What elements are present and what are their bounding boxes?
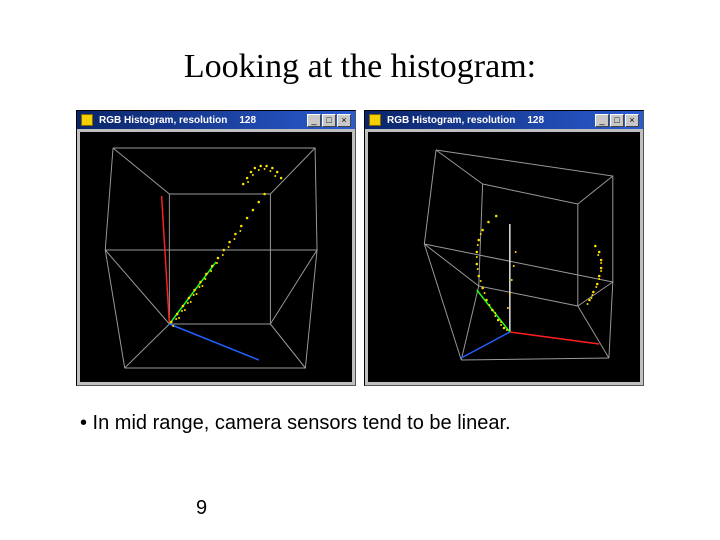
page-number: 9 <box>196 497 207 520</box>
histogram-window-left: RGB Histogram, resolution 128 _ □ × <box>76 110 356 386</box>
window-resolution: 128 <box>239 115 256 126</box>
window-buttons: _ □ × <box>595 114 639 127</box>
window-buttons: _ □ × <box>307 114 351 127</box>
window-frame <box>365 129 643 385</box>
bullet-text: • In mid range, camera sensors tend to b… <box>0 386 720 435</box>
window-resolution: 128 <box>527 115 544 126</box>
window-titlebar[interactable]: RGB Histogram, resolution 128 _ □ × <box>77 111 355 129</box>
minimize-button[interactable]: _ <box>595 114 609 127</box>
maximize-button[interactable]: □ <box>322 114 336 127</box>
rgb-histogram-canvas <box>80 132 352 382</box>
rgb-histogram-canvas <box>368 132 640 382</box>
histogram-window-right: RGB Histogram, resolution 128 _ □ × <box>364 110 644 386</box>
window-title-text: RGB Histogram, resolution <box>387 115 515 126</box>
histogram-icon <box>81 114 93 126</box>
histogram-row: RGB Histogram, resolution 128 _ □ × <box>0 110 720 386</box>
window-titlebar[interactable]: RGB Histogram, resolution 128 _ □ × <box>365 111 643 129</box>
window-frame <box>77 129 355 385</box>
histogram-icon <box>369 114 381 126</box>
minimize-button[interactable]: _ <box>307 114 321 127</box>
close-button[interactable]: × <box>337 114 351 127</box>
close-button[interactable]: × <box>625 114 639 127</box>
maximize-button[interactable]: □ <box>610 114 624 127</box>
slide-title: Looking at the histogram: <box>0 0 720 110</box>
window-title-text: RGB Histogram, resolution <box>99 115 227 126</box>
